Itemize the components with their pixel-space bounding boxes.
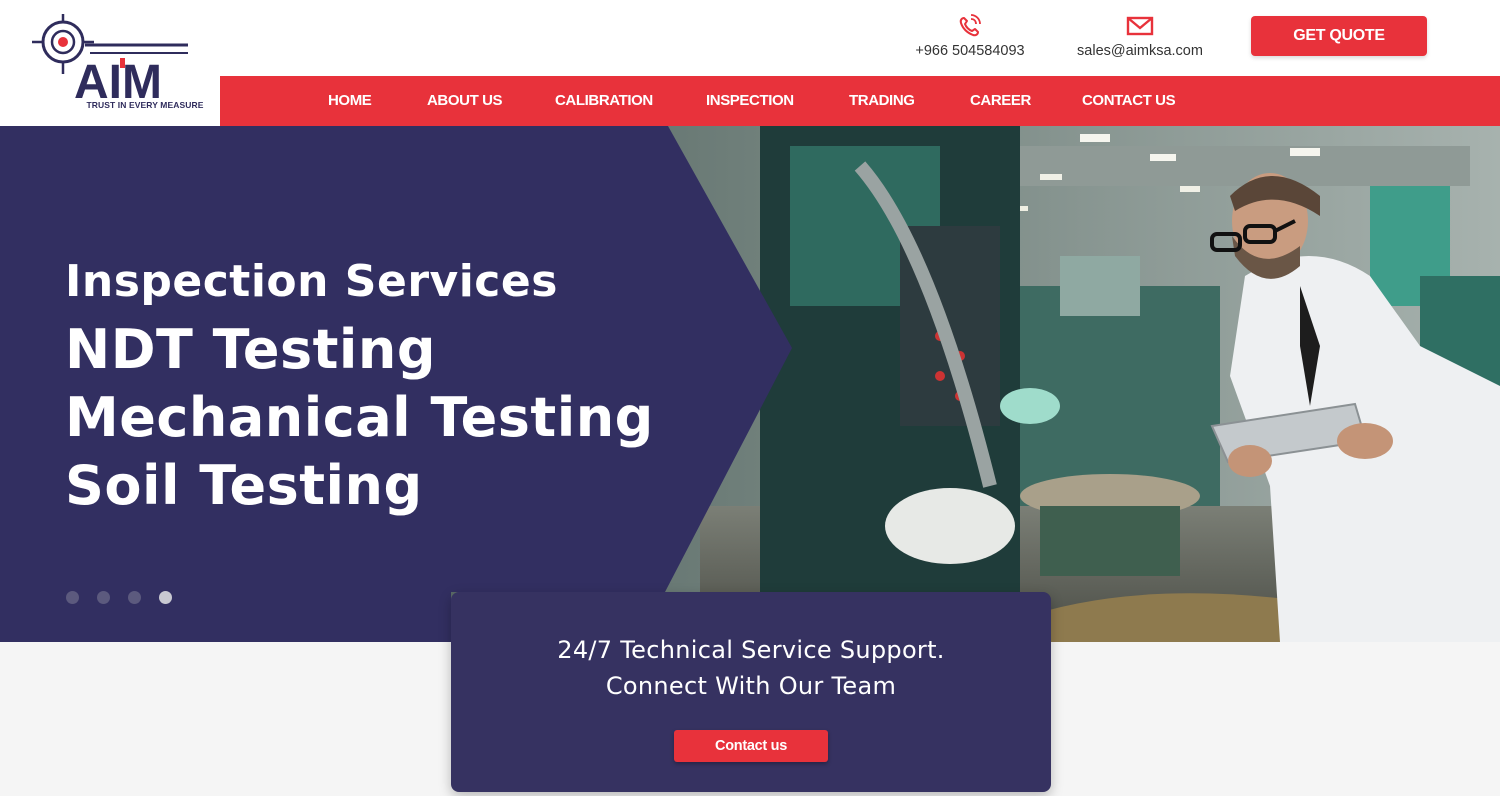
logo-tagline: TRUST IN EVERY MEASURE <box>86 100 204 110</box>
nav-inspection[interactable]: INSPECTION <box>706 76 794 126</box>
hero-heading-line-2: NDT Testing <box>65 318 437 381</box>
phone-number[interactable]: +966 504584093 <box>915 43 1024 59</box>
support-card: 24/7 Technical Service Support. Connect … <box>451 592 1051 792</box>
nav-career[interactable]: CAREER <box>970 76 1031 126</box>
main-nav: HOME ABOUT US CALIBRATION INSPECTION TRA… <box>220 76 1500 126</box>
nav-home[interactable]: HOME <box>328 76 372 126</box>
hero-slider: Inspection Services NDT Testing Mechanic… <box>0 126 1500 642</box>
nav-trading[interactable]: TRADING <box>849 76 915 126</box>
hero-heading-line-4: Soil Testing <box>65 454 423 517</box>
slider-dot-3[interactable] <box>128 591 141 604</box>
site-header: AIM TRUST IN EVERY MEASURE +966 50458409… <box>0 0 1500 126</box>
phone-icon <box>959 14 981 37</box>
slider-dot-1[interactable] <box>66 591 79 604</box>
nav-about-us[interactable]: ABOUT US <box>427 76 503 126</box>
support-subheading: Connect With Our Team <box>605 672 897 700</box>
support-heading: 24/7 Technical Service Support. <box>557 636 945 664</box>
header-email[interactable]: sales@aimksa.com <box>1060 14 1220 60</box>
contact-us-button[interactable]: Contact us <box>674 730 828 762</box>
email-address[interactable]: sales@aimksa.com <box>1077 43 1203 59</box>
nav-calibration[interactable]: CALIBRATION <box>555 76 653 126</box>
header-phone[interactable]: +966 504584093 <box>900 14 1040 60</box>
get-quote-button[interactable]: GET QUOTE <box>1251 16 1427 56</box>
aim-logo[interactable]: AIM TRUST IN EVERY MEASURE <box>30 12 203 116</box>
mail-icon <box>1126 16 1154 36</box>
hero-heading-line-1: Inspection Services <box>65 256 558 307</box>
nav-contact-us[interactable]: CONTACT US <box>1082 76 1176 126</box>
logo-mark-icon: AIM <box>32 14 188 109</box>
svg-text:AIM: AIM <box>74 56 162 102</box>
slider-dot-2[interactable] <box>97 591 110 604</box>
hero-heading-line-3: Mechanical Testing <box>65 386 654 449</box>
slider-dot-4[interactable] <box>159 591 172 604</box>
hero-overlay-panel <box>0 126 792 642</box>
